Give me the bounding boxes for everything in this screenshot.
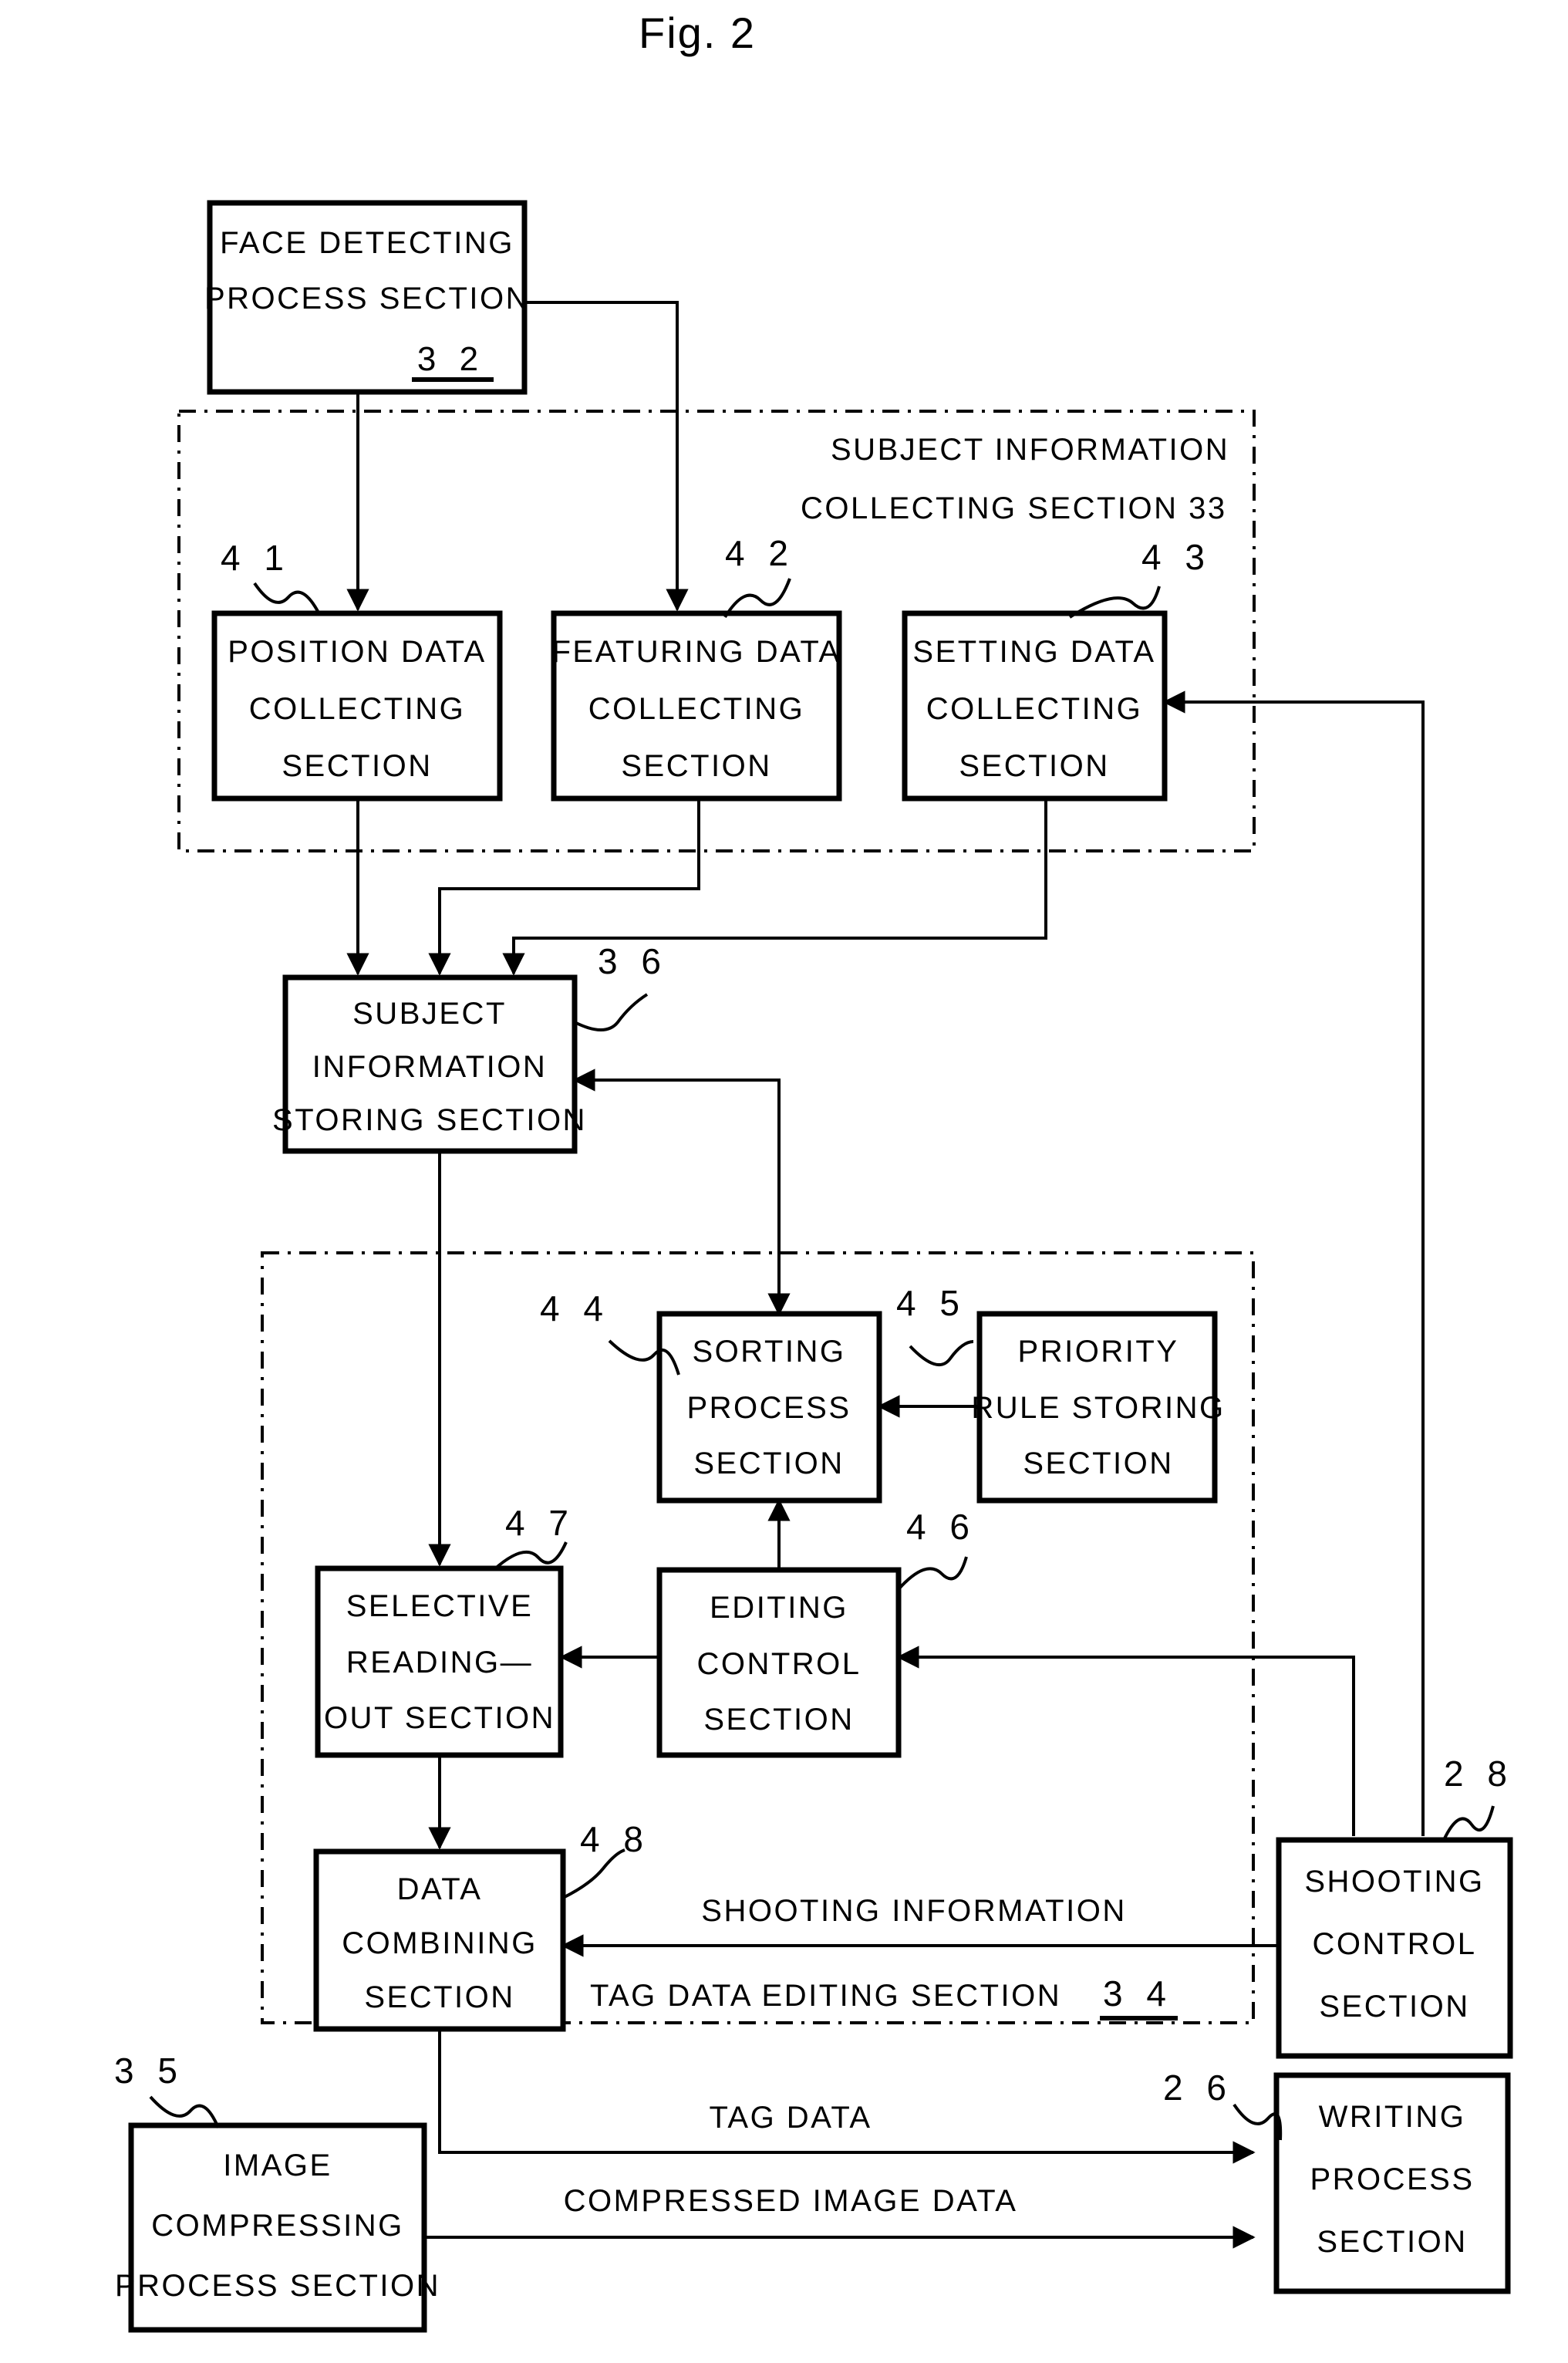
box-face-detecting-ref: 3 2 xyxy=(417,340,485,378)
patent-figure-diagram: Fig. 2 FACE DETECTING PROCESS SECTION 3 … xyxy=(114,8,1514,2333)
leader-45 xyxy=(909,1340,974,1366)
edge-label-tag-data: TAG DATA xyxy=(709,2101,872,2135)
box-featuring-data-collecting-section: FEATURING DATA COLLECTING SECTION xyxy=(551,610,842,802)
box-priority-rule-storing-section: PRIORITY RULE STORING SECTION xyxy=(971,1311,1225,1504)
box-data-combining-line-2: COMBINING xyxy=(342,1926,538,1960)
box-face-detecting-line-1: FACE DETECTING xyxy=(220,226,514,260)
box-position-data-line-2: COLLECTING xyxy=(249,692,466,726)
ref-label-41: 4 1 xyxy=(221,538,291,578)
ref-label-36: 3 6 xyxy=(598,941,668,981)
box-data-combining-line-3: SECTION xyxy=(364,1980,514,2014)
box-writing-process-line-1: WRITING xyxy=(1319,2100,1466,2134)
box-writing-process-section: WRITING PROCESS SECTION xyxy=(1273,2072,1511,2294)
box-writing-process-line-2: PROCESS xyxy=(1310,2162,1474,2196)
box-data-combining-section: DATA COMBINING SECTION xyxy=(313,1848,566,2032)
ref-label-44: 4 4 xyxy=(540,1288,610,1328)
box-editing-control-line-1: EDITING xyxy=(710,1591,848,1625)
ref-label-35: 3 5 xyxy=(114,2051,184,2091)
box-position-data-collecting-section: POSITION DATA COLLECTING SECTION xyxy=(211,610,503,802)
box-editing-control-line-2: CONTROL xyxy=(696,1647,861,1681)
region-tag-data-editing-ref: 3 4 xyxy=(1103,1973,1173,2014)
edge-label-compressed-image-data: COMPRESSED IMAGE DATA xyxy=(564,2184,1018,2218)
box-face-detecting-line-2: PROCESS SECTION xyxy=(204,282,530,316)
region-label-subject-information-collecting: SUBJECT INFORMATION COLLECTING SECTION 3… xyxy=(801,433,1229,525)
box-editing-control-section: EDITING CONTROL SECTION xyxy=(656,1567,902,1758)
region-label-tag-data-editing: TAG DATA EDITING SECTION 3 4 xyxy=(590,1973,1178,2020)
ref-label-43: 4 3 xyxy=(1141,537,1212,577)
ref-label-42: 4 2 xyxy=(725,533,795,573)
box-sorting-process-line-3: SECTION xyxy=(693,1446,844,1480)
box-sorting-process-line-1: SORTING xyxy=(692,1335,845,1369)
box-subject-info-storing-line-3: STORING SECTION xyxy=(272,1103,587,1137)
region-subject-info-line-2: COLLECTING SECTION 33 xyxy=(801,491,1227,525)
box-selective-reading-out-line-3: OUT SECTION xyxy=(324,1701,555,1735)
box-featuring-data-line-2: COLLECTING xyxy=(588,692,805,726)
box-shooting-control-line-3: SECTION xyxy=(1319,1990,1469,2024)
connector-sorting-to-storing-feedback xyxy=(572,1068,781,1314)
leader-26 xyxy=(1232,2103,1283,2141)
box-image-compressing-process-section: IMAGE COMPRESSING PROCESS SECTION xyxy=(115,2122,440,2333)
edge-label-shooting-information: SHOOTING INFORMATION xyxy=(701,1894,1126,1928)
box-position-data-line-3: SECTION xyxy=(282,749,432,783)
box-priority-rule-line-1: PRIORITY xyxy=(1018,1335,1179,1369)
box-sorting-process-section: SORTING PROCESS SECTION xyxy=(656,1311,882,1504)
box-setting-data-line-2: COLLECTING xyxy=(926,692,1143,726)
box-selective-reading-out-line-2: READING— xyxy=(346,1646,533,1679)
box-editing-control-line-3: SECTION xyxy=(703,1703,854,1737)
box-data-combining-line-1: DATA xyxy=(397,1872,483,1906)
box-subject-info-storing-line-1: SUBJECT xyxy=(352,997,507,1031)
leader-41 xyxy=(253,582,321,615)
connector-setting-data-to-storing xyxy=(502,799,1047,976)
box-subject-info-storing-line-2: INFORMATION xyxy=(312,1050,548,1084)
box-sorting-process-line-2: PROCESS xyxy=(686,1391,851,1425)
box-priority-rule-line-2: RULE STORING xyxy=(971,1391,1225,1425)
box-priority-rule-line-3: SECTION xyxy=(1023,1446,1173,1480)
box-subject-information-storing-section: SUBJECT INFORMATION STORING SECTION xyxy=(272,974,587,1154)
box-face-detecting-process-section: FACE DETECTING PROCESS SECTION 3 2 xyxy=(204,200,530,395)
figure-title: Fig. 2 xyxy=(639,8,756,57)
box-position-data-line-1: POSITION DATA xyxy=(228,635,487,669)
ref-label-48: 4 8 xyxy=(580,1819,650,1859)
ref-label-45: 4 5 xyxy=(896,1283,966,1323)
box-featuring-data-line-3: SECTION xyxy=(621,749,771,783)
box-shooting-control-line-2: CONTROL xyxy=(1312,1927,1476,1961)
box-setting-data-collecting-section: SETTING DATA COLLECTING SECTION xyxy=(902,610,1168,802)
leader-28 xyxy=(1442,1805,1495,1841)
box-shooting-control-line-1: SHOOTING xyxy=(1304,1865,1484,1899)
leader-46 xyxy=(897,1556,968,1591)
box-featuring-data-line-1: FEATURING DATA xyxy=(552,635,841,669)
leader-36 xyxy=(574,993,649,1031)
box-image-compressing-line-2: COMPRESSING xyxy=(151,2209,404,2243)
box-selective-reading-out-line-1: SELECTIVE xyxy=(346,1589,534,1623)
region-subject-info-line-1: SUBJECT INFORMATION xyxy=(831,433,1229,467)
ref-label-46: 4 6 xyxy=(906,1507,976,1547)
ref-label-47: 4 7 xyxy=(505,1503,575,1543)
box-image-compressing-line-1: IMAGE xyxy=(223,2149,332,2182)
ref-label-28: 2 8 xyxy=(1444,1754,1514,1794)
figure-root: Fig. 2 FACE DETECTING PROCESS SECTION 3 … xyxy=(0,0,1568,2363)
connector-shooting-control-to-editing-control xyxy=(896,1646,1355,1836)
connector-shooting-control-to-setting-data xyxy=(1162,690,1425,1836)
ref-label-26: 2 6 xyxy=(1163,2068,1233,2108)
box-writing-process-line-3: SECTION xyxy=(1317,2225,1467,2259)
box-shooting-control-section: SHOOTING CONTROL SECTION xyxy=(1276,1837,1513,2059)
region-tag-data-editing-label: TAG DATA EDITING SECTION xyxy=(590,1979,1061,2013)
box-setting-data-line-3: SECTION xyxy=(959,749,1109,783)
box-setting-data-line-1: SETTING DATA xyxy=(912,635,1155,669)
box-selective-reading-out-section: SELECTIVE READING— OUT SECTION xyxy=(315,1565,564,1758)
box-image-compressing-line-3: PROCESS SECTION xyxy=(115,2269,440,2303)
connector-face-detecting-to-featuring-data xyxy=(524,301,689,612)
